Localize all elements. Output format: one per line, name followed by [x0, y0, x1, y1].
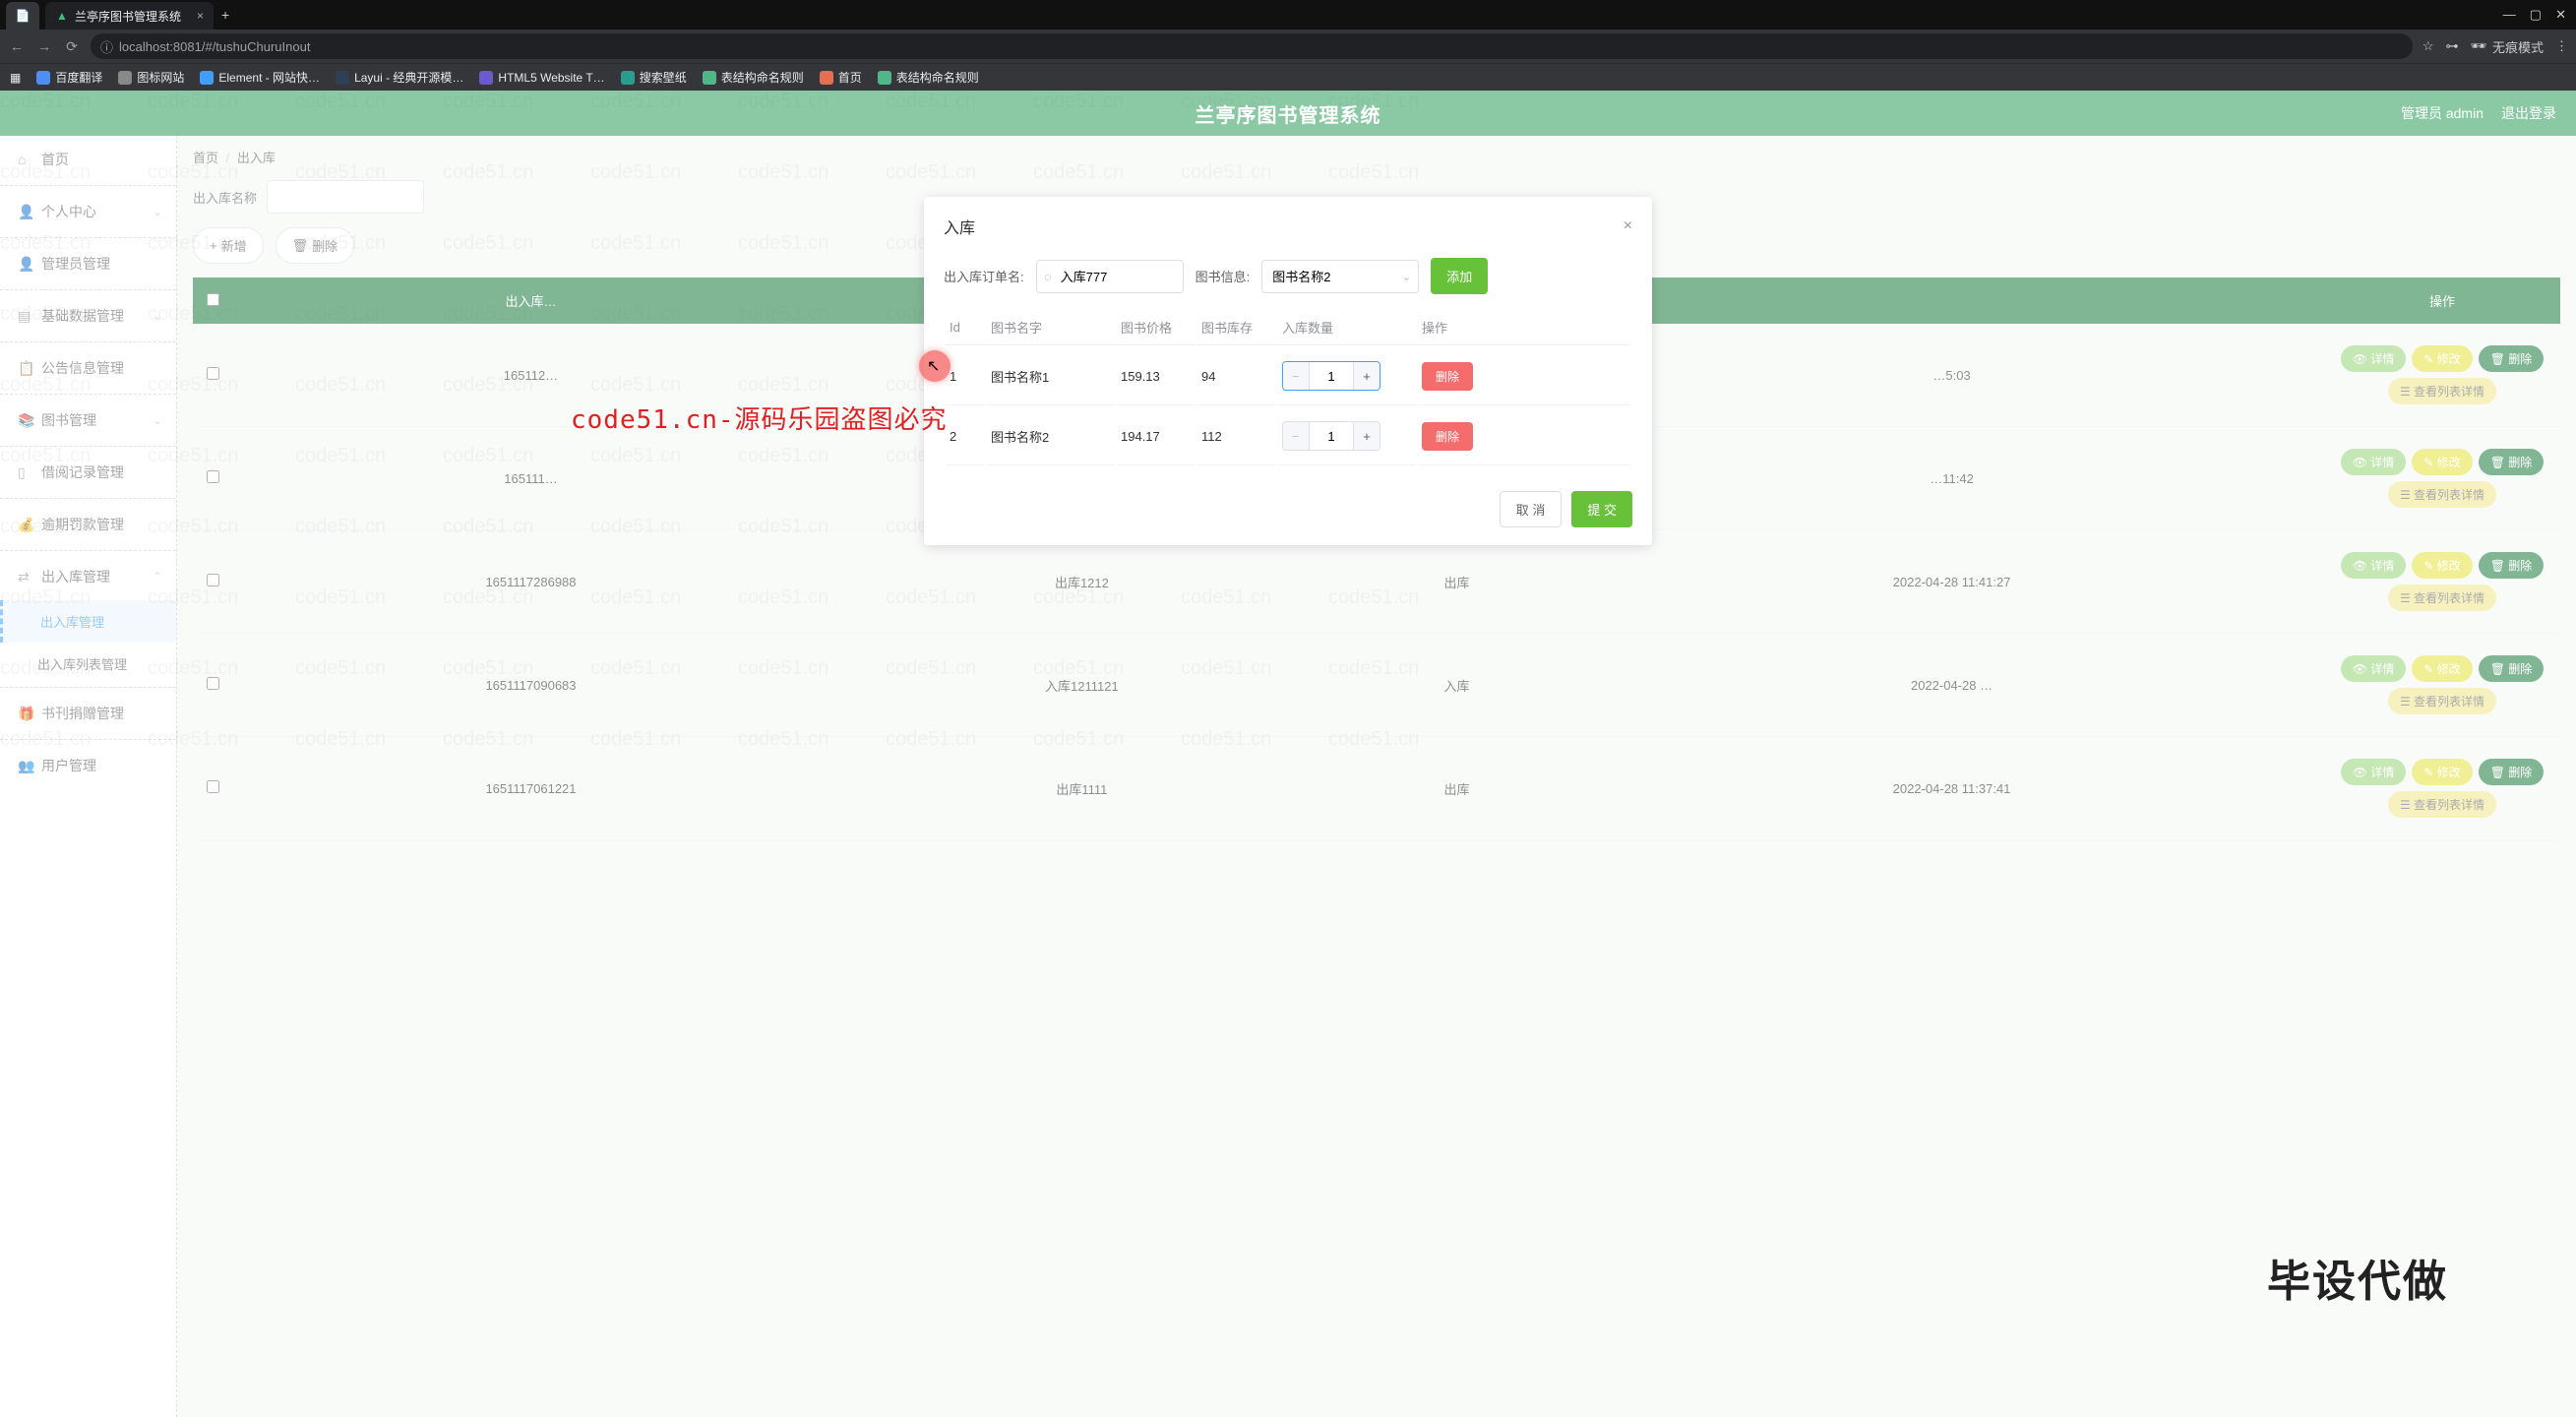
browser-toolbar: ← → ⟳ ⓘ localhost:8081/#/tushuChuruInout… [0, 30, 2576, 63]
nav-back-icon[interactable]: ← [8, 38, 26, 54]
order-name-label: 出入库订单名: [944, 267, 1024, 285]
bookmark-star-icon[interactable]: ☆ [2423, 38, 2434, 54]
tab-title: 兰亭序图书管理系统 [75, 8, 181, 25]
window-close-icon[interactable]: ✕ [2555, 7, 2566, 23]
qty-input[interactable] [1309, 422, 1354, 450]
info-icon: ⓘ [100, 37, 113, 56]
browser-menu-icon[interactable]: ⋮ [2555, 38, 2568, 54]
book-select[interactable] [1261, 260, 1419, 293]
dialog-close-icon[interactable]: × [1624, 217, 1632, 235]
bookmark-item[interactable]: 表结构命名规则 [878, 69, 979, 86]
row-delete-button[interactable]: 删除 [1422, 422, 1473, 451]
qty-minus-button[interactable]: − [1283, 422, 1309, 450]
qty-number-input: − + [1282, 421, 1380, 451]
qty-plus-button[interactable]: + [1354, 422, 1380, 450]
browser-chrome: 📄 ▲ 兰亭序图书管理系统 × + — ▢ ✕ ← → ⟳ ⓘ localhos… [0, 0, 2576, 91]
dialog-table-row: 1 图书名称1 159.13 94 − + 删除 [946, 347, 1630, 405]
bookmark-item[interactable]: Element - 网站快… [200, 69, 320, 86]
dialog-cancel-button[interactable]: 取 消 [1500, 491, 1563, 527]
bookmark-item[interactable]: Layui - 经典开源模… [336, 69, 463, 86]
nav-forward-icon[interactable]: → [35, 38, 53, 54]
browser-tab-strip: 📄 ▲ 兰亭序图书管理系统 × + — ▢ ✕ [0, 0, 2576, 30]
url-text: localhost:8081/#/tushuChuruInout [119, 39, 310, 54]
bookmarks-bar: ▦ 百度翻译 图标网站 Element - 网站快… Layui - 经典开源模… [0, 63, 2576, 91]
vue-favicon-icon: ▲ [55, 9, 69, 23]
dialog-items-table: Id 图书名字 图书价格 图书库存 入库数量 操作 1 图书名称1 159.13… [944, 308, 1632, 467]
new-tab-button[interactable]: + [214, 7, 237, 23]
chevron-down-icon: ⌄ [1401, 270, 1411, 283]
tab-favicon: 📄 [16, 9, 30, 23]
key-icon[interactable]: ⊶ [2445, 38, 2458, 54]
dialog-table-row: 2 图书名称2 194.17 112 − + 删除 [946, 407, 1630, 465]
qty-input[interactable] [1309, 362, 1354, 390]
bookmark-item[interactable]: 搜索壁纸 [621, 69, 687, 86]
qty-minus-button[interactable]: − [1283, 362, 1309, 390]
qty-plus-button[interactable]: + [1354, 362, 1380, 390]
bookmark-item[interactable]: 首页 [820, 69, 862, 86]
edit-icon: ○ [1044, 269, 1052, 284]
row-delete-button[interactable]: 删除 [1422, 362, 1473, 391]
address-bar[interactable]: ⓘ localhost:8081/#/tushuChuruInout [91, 33, 2413, 59]
incognito-icon: 🕶 [2470, 38, 2486, 54]
dialog-submit-button[interactable]: 提 交 [1571, 491, 1632, 527]
apps-icon[interactable]: ▦ [10, 71, 21, 85]
window-minimize-icon[interactable]: — [2503, 7, 2516, 23]
bookmark-item[interactable]: HTML5 Website T… [479, 71, 604, 85]
stock-in-dialog: 入库 × 出入库订单名: ○ 图书信息: ⌄ 添加 Id 图书名字 图书价格 [924, 197, 1652, 545]
bookmark-item[interactable]: 百度翻译 [36, 69, 102, 86]
tab-close-icon[interactable]: × [197, 9, 204, 23]
order-name-input[interactable] [1036, 260, 1184, 293]
book-info-label: 图书信息: [1196, 267, 1251, 285]
browser-tab-inactive[interactable]: 📄 [6, 2, 39, 30]
incognito-badge: 🕶 无痕模式 [2470, 37, 2544, 56]
qty-number-input: − + [1282, 361, 1380, 391]
nav-reload-icon[interactable]: ⟳ [63, 38, 81, 55]
bookmark-item[interactable]: 图标网站 [118, 69, 184, 86]
dialog-title: 入库 [944, 215, 975, 238]
dialog-add-button[interactable]: 添加 [1431, 258, 1488, 294]
browser-tab-active[interactable]: ▲ 兰亭序图书管理系统 × [45, 2, 214, 30]
bookmark-item[interactable]: 表结构命名规则 [703, 69, 804, 86]
window-maximize-icon[interactable]: ▢ [2530, 7, 2542, 23]
